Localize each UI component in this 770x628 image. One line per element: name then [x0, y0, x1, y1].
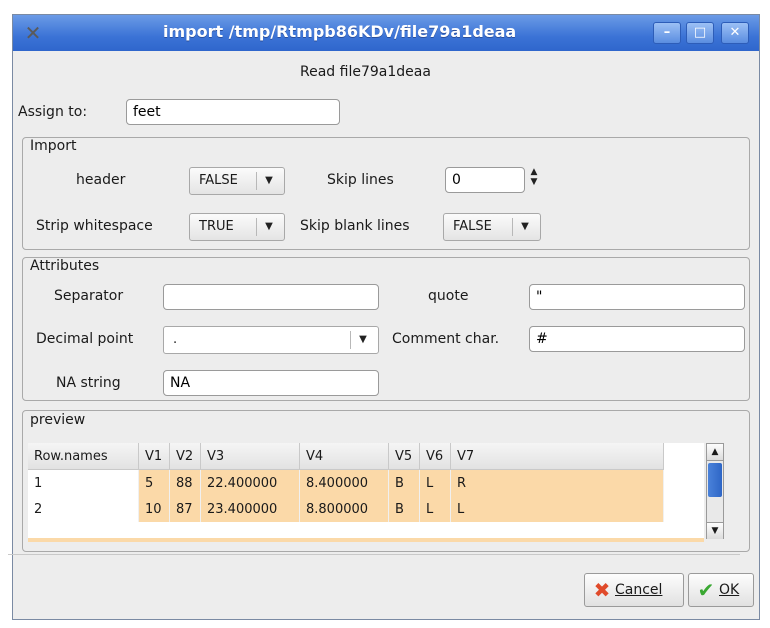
preview-grid: Row.names V1 V2 V3 V4 V5 V6 V7 1 5 88 22… [28, 443, 664, 522]
column-header-v7[interactable]: V7 [450, 443, 664, 470]
table-row[interactable]: 1 5 88 22.400000 8.400000 B L R [28, 469, 664, 496]
skip-lines-input[interactable] [445, 167, 525, 193]
checkmark-icon: ✔ [697, 578, 715, 602]
table-cell[interactable]: 23.400000 [200, 496, 300, 522]
column-header-v6[interactable]: V6 [419, 443, 451, 470]
title-bar[interactable]: ✕ import /tmp/Rtmpb86KDv/file79a1deaa – … [13, 15, 759, 51]
table-cell[interactable]: B [388, 496, 420, 522]
cancel-button-label: Cancel [615, 582, 663, 598]
x-icon[interactable]: ✕ [21, 21, 45, 45]
strip-whitespace-value: TRUE [199, 219, 234, 234]
table-cell[interactable]: 5 [138, 469, 170, 496]
skip-blank-lines-value: FALSE [453, 219, 492, 234]
header-combo[interactable]: FALSE ▼ [189, 167, 285, 195]
table-row[interactable]: 2 10 87 23.400000 8.800000 B L L [28, 496, 664, 522]
maximize-icon[interactable]: □ [686, 22, 714, 44]
chevron-down-icon: ▼ [521, 221, 529, 232]
ok-button[interactable]: ✔ OK [688, 573, 754, 607]
table-cell[interactable]: 1 [28, 469, 139, 496]
quote-input[interactable] [529, 284, 745, 310]
table-cell[interactable]: L [450, 496, 664, 522]
table-cell[interactable]: B [388, 469, 420, 496]
column-header-row-names[interactable]: Row.names [28, 443, 139, 470]
table-cell[interactable]: 88 [169, 469, 201, 496]
skip-blank-lines-label: Skip blank lines [300, 218, 410, 234]
na-string-label: NA string [56, 375, 121, 391]
separator-input[interactable] [163, 284, 379, 310]
cancel-icon: ✖ [593, 578, 611, 602]
table-cell[interactable]: L [419, 496, 451, 522]
column-header-v4[interactable]: V4 [299, 443, 389, 470]
button-divider [8, 554, 740, 555]
decimal-point-value: . [173, 332, 178, 347]
strip-whitespace-combo[interactable]: TRUE ▼ [189, 213, 285, 241]
cancel-button[interactable]: ✖ Cancel [584, 573, 684, 607]
attributes-legend: Attributes [30, 258, 100, 274]
vertical-scrollbar[interactable]: ▲ ▼ [706, 443, 724, 539]
chevron-down-icon: ▼ [359, 334, 367, 345]
table-cell[interactable]: 87 [169, 496, 201, 522]
header-label: header [76, 172, 126, 188]
table-cell[interactable]: 2 [28, 496, 139, 522]
table-header-row: Row.names V1 V2 V3 V4 V5 V6 V7 [28, 443, 664, 470]
skip-lines-label: Skip lines [327, 172, 394, 188]
preview-legend: preview [30, 412, 86, 428]
import-legend: Import [30, 138, 77, 154]
quote-label: quote [428, 288, 469, 304]
comment-char-input[interactable] [529, 326, 745, 352]
chevron-down-icon: ▼ [265, 221, 273, 232]
read-file-label: Read file79a1deaa [300, 64, 431, 80]
skip-blank-lines-combo[interactable]: FALSE ▼ [443, 213, 541, 241]
window-title: import /tmp/Rtmpb86KDv/file79a1deaa [163, 22, 517, 41]
column-header-v2[interactable]: V2 [169, 443, 201, 470]
scroll-up-icon[interactable]: ▲ [707, 444, 723, 461]
assign-to-label: Assign to: [18, 104, 88, 120]
assign-to-input[interactable] [126, 99, 340, 125]
scroll-down-icon[interactable]: ▼ [707, 522, 723, 539]
table-cell[interactable]: 8.400000 [299, 469, 389, 496]
table-cell[interactable]: 10 [138, 496, 170, 522]
column-header-v5[interactable]: V5 [388, 443, 420, 470]
na-string-input[interactable] [163, 370, 379, 396]
ok-button-label: OK [719, 582, 740, 598]
column-header-v1[interactable]: V1 [138, 443, 170, 470]
strip-whitespace-label: Strip whitespace [36, 218, 153, 234]
spin-stepper-icon[interactable]: ▲ ▼ [528, 167, 540, 193]
table-cell[interactable]: 8.800000 [299, 496, 389, 522]
decimal-point-combo[interactable]: . ▼ [163, 326, 379, 354]
table-cell[interactable]: L [419, 469, 451, 496]
comment-char-label: Comment char. [392, 331, 500, 347]
table-cell[interactable]: 22.400000 [200, 469, 300, 496]
table-bottom-edge [28, 538, 704, 542]
decimal-point-label: Decimal point [36, 331, 134, 347]
header-value: FALSE [199, 173, 238, 188]
scrollbar-thumb[interactable] [708, 463, 722, 497]
table-cell[interactable]: R [450, 469, 664, 496]
minimize-icon[interactable]: – [653, 22, 681, 44]
preview-table[interactable]: Row.names V1 V2 V3 V4 V5 V6 V7 1 5 88 22… [28, 443, 704, 539]
close-icon[interactable]: ✕ [721, 22, 749, 44]
column-header-v3[interactable]: V3 [200, 443, 300, 470]
separator-label: Separator [54, 288, 124, 304]
chevron-down-icon: ▼ [265, 175, 273, 186]
